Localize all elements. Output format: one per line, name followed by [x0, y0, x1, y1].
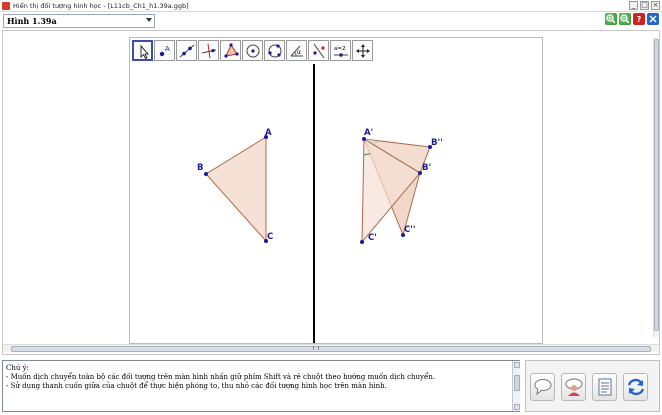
- window-controls: _ □ ×: [629, 1, 660, 10]
- help-button[interactable]: ?: [633, 13, 645, 25]
- label-b-prime: B': [422, 163, 431, 173]
- workspace: A α a=2 A B C A' B' C' B'' C'': [2, 30, 660, 355]
- zoom-in-icon: [606, 14, 616, 24]
- label-a: A: [265, 128, 272, 138]
- scroll-down-button[interactable]: [514, 404, 520, 410]
- label-b: B: [197, 163, 203, 173]
- vertical-scrollbar-thumb[interactable]: [654, 39, 659, 331]
- note-line-1: - Muốn dịch chuyển toàn bộ các đối tượng…: [6, 373, 436, 381]
- action-panel: [525, 360, 660, 412]
- presenter-button[interactable]: [561, 373, 586, 401]
- label-a-prime: A': [364, 128, 373, 138]
- window-title: Hiển thị đối tượng hình học - [L11cb_Ch1…: [13, 2, 189, 10]
- zoom-out-icon: [620, 14, 630, 24]
- horizontal-scrollbar-thumb[interactable]: [11, 346, 651, 352]
- scroll-up-button[interactable]: [514, 362, 520, 368]
- horizontal-scrollbar[interactable]: [3, 344, 659, 352]
- close-window-button[interactable]: ×: [651, 1, 660, 10]
- maximize-button[interactable]: □: [640, 1, 649, 10]
- notes-scrollbar[interactable]: [512, 361, 520, 411]
- app-window: Hiển thị đối tượng hình học - [L11cb_Ch1…: [0, 0, 662, 415]
- notes-scrollbar-thumb[interactable]: [514, 375, 520, 391]
- document-button[interactable]: [592, 373, 617, 401]
- title-bar: Hiển thị đối tượng hình học - [L11cb_Ch1…: [0, 0, 662, 12]
- refresh-button[interactable]: [623, 373, 648, 401]
- view-controls: ?: [605, 13, 659, 25]
- point-c-prime[interactable]: [360, 240, 364, 244]
- close-icon: [649, 15, 657, 23]
- triangle-abc: [205, 136, 267, 243]
- geometry-drawing: A B C A' B' C' B'' C'': [197, 64, 443, 343]
- point-b[interactable]: [204, 172, 208, 176]
- figure-select-value: Hình 1.39a: [7, 16, 57, 26]
- presenter-icon: [565, 378, 583, 396]
- refresh-icon: [627, 378, 645, 396]
- geometry-canvas[interactable]: A α a=2 A B C A' B' C' B'' C'': [129, 37, 543, 344]
- figure-select[interactable]: Hình 1.39a: [3, 14, 155, 28]
- document-icon: [598, 378, 612, 396]
- chevron-down-icon: [146, 18, 152, 22]
- label-c-double-prime: C'': [404, 225, 415, 235]
- minimize-button[interactable]: _: [629, 1, 638, 10]
- notes-title: Chú ý:: [6, 364, 29, 372]
- label-b-double-prime: B'': [431, 138, 443, 148]
- zoom-out-button[interactable]: [619, 13, 631, 25]
- speech-bubble-icon: [534, 379, 552, 396]
- label-c-prime: C': [368, 233, 377, 243]
- note-line-2: - Sử dụng thanh cuốn giữa của chuột để t…: [6, 382, 387, 390]
- scroll-grip-icon: [313, 346, 319, 350]
- zoom-in-button[interactable]: [605, 13, 617, 25]
- app-icon: [2, 2, 10, 10]
- close-button[interactable]: [647, 13, 659, 25]
- notes-panel: Chú ý: - Muốn dịch chuyển toàn bộ các đố…: [2, 360, 520, 412]
- comment-button[interactable]: [530, 373, 555, 401]
- vertical-scrollbar[interactable]: [653, 37, 659, 337]
- label-c: C: [267, 232, 273, 242]
